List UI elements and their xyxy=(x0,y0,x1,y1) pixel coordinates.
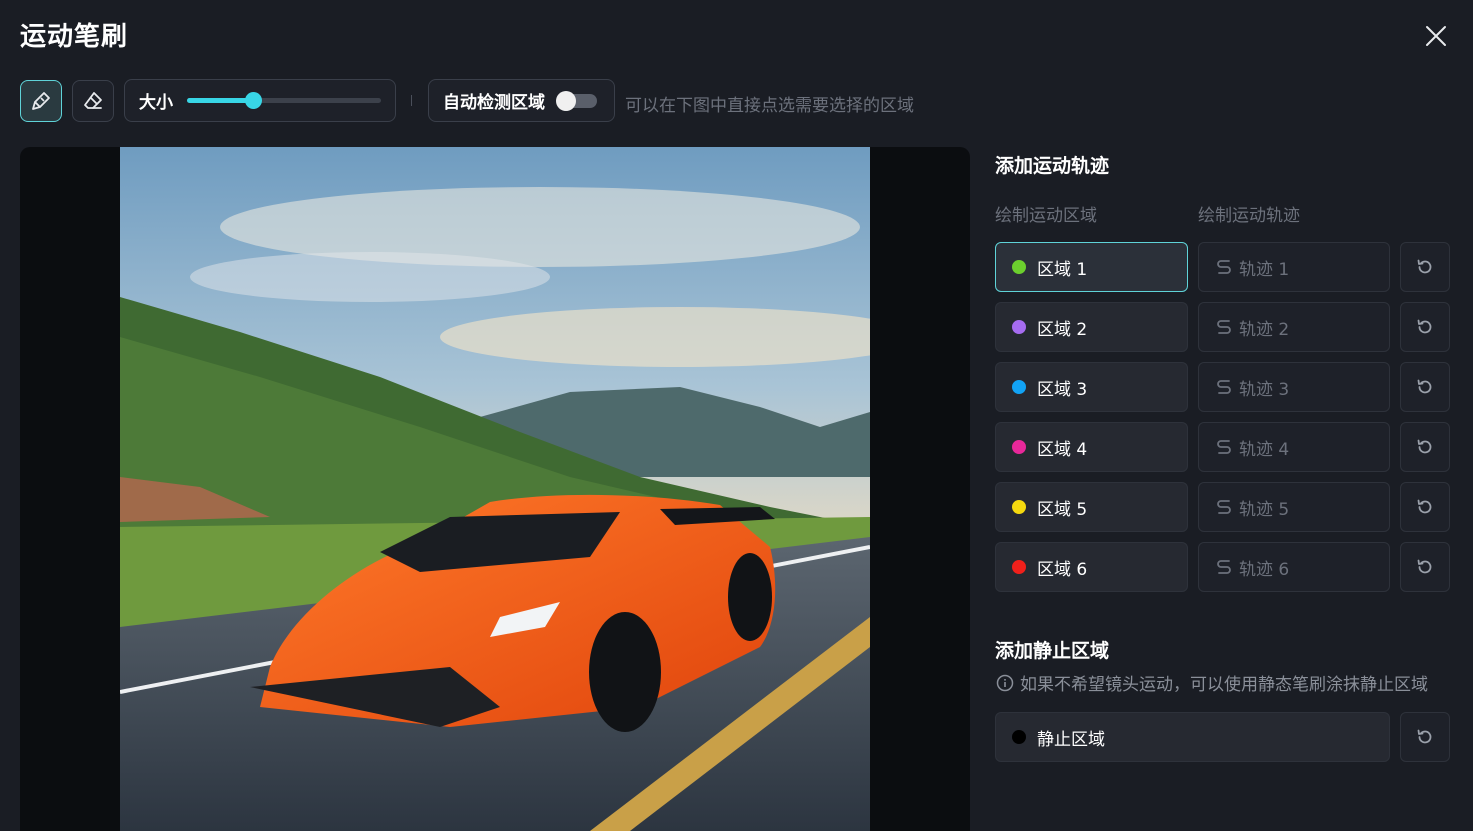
region-color-dot xyxy=(1012,440,1026,454)
motion-section-title: 添加运动轨迹 xyxy=(995,155,1110,177)
track-label: 轨迹 1 xyxy=(1239,259,1290,280)
region-color-dot xyxy=(1012,380,1026,394)
source-image[interactable] xyxy=(120,147,870,831)
track-s-icon xyxy=(1217,560,1231,574)
region-button-2[interactable]: 区域 2 xyxy=(995,302,1188,352)
reset-icon xyxy=(1417,499,1432,514)
region-label: 区域 3 xyxy=(1037,379,1088,400)
track-button-6[interactable]: 轨迹 6 xyxy=(1198,542,1390,592)
close-icon xyxy=(1426,26,1446,46)
tracks-column-header: 绘制运动轨迹 xyxy=(1198,206,1300,226)
regions-column-header: 绘制运动区域 xyxy=(995,206,1097,226)
static-section-title: 添加静止区域 xyxy=(995,640,1110,662)
region-button-3[interactable]: 区域 3 xyxy=(995,362,1188,412)
reset-button-4[interactable] xyxy=(1400,422,1450,472)
track-s-icon xyxy=(1217,380,1231,394)
region-label: 区域 1 xyxy=(1037,259,1088,280)
track-button-4[interactable]: 轨迹 4 xyxy=(1198,422,1390,472)
region-label: 区域 2 xyxy=(1037,319,1088,340)
track-label: 轨迹 6 xyxy=(1239,559,1290,580)
static-region-label: 静止区域 xyxy=(1037,729,1105,750)
auto-detect-toggle[interactable] xyxy=(556,90,597,111)
reset-icon xyxy=(1417,259,1432,274)
reset-icon xyxy=(1417,379,1432,394)
static-color-dot xyxy=(1012,730,1026,744)
image-canvas[interactable] xyxy=(20,147,970,831)
reset-icon xyxy=(1417,559,1432,574)
track-label: 轨迹 4 xyxy=(1239,439,1290,460)
auto-detect-label: 自动检测区域 xyxy=(443,93,545,113)
brush-icon xyxy=(32,92,50,110)
track-label: 轨迹 3 xyxy=(1239,379,1290,400)
reset-button-1[interactable] xyxy=(1400,242,1450,292)
region-button-5[interactable]: 区域 5 xyxy=(995,482,1188,532)
reset-icon xyxy=(1417,319,1432,334)
region-color-dot xyxy=(1012,320,1026,334)
toolbar-hint: 可以在下图中直接点选需要选择的区域 xyxy=(625,96,914,116)
reset-icon xyxy=(1417,729,1432,744)
reset-button-2[interactable] xyxy=(1400,302,1450,352)
info-icon xyxy=(996,674,1014,691)
region-label: 区域 5 xyxy=(1037,499,1088,520)
reset-button-6[interactable] xyxy=(1400,542,1450,592)
track-s-icon xyxy=(1217,320,1231,334)
page-title: 运动笔刷 xyxy=(20,22,129,52)
close-button[interactable] xyxy=(1418,18,1454,54)
eraser-tool-button[interactable] xyxy=(72,80,114,122)
eraser-icon xyxy=(84,92,102,109)
track-label: 轨迹 2 xyxy=(1239,319,1290,340)
reset-button-5[interactable] xyxy=(1400,482,1450,532)
reset-icon xyxy=(1417,439,1432,454)
reset-button-3[interactable] xyxy=(1400,362,1450,412)
track-button-5[interactable]: 轨迹 5 xyxy=(1198,482,1390,532)
size-label: 大小 xyxy=(139,93,173,113)
auto-detect-control: 自动检测区域 xyxy=(428,79,615,122)
track-button-3[interactable]: 轨迹 3 xyxy=(1198,362,1390,412)
region-color-dot xyxy=(1012,260,1026,274)
track-button-1[interactable]: 轨迹 1 xyxy=(1198,242,1390,292)
brush-tool-button[interactable] xyxy=(20,80,62,122)
static-reset-button[interactable] xyxy=(1400,712,1450,762)
region-label: 区域 6 xyxy=(1037,559,1088,580)
region-color-dot xyxy=(1012,560,1026,574)
static-region-button[interactable]: 静止区域 xyxy=(995,712,1390,762)
track-button-2[interactable]: 轨迹 2 xyxy=(1198,302,1390,352)
track-label: 轨迹 5 xyxy=(1239,499,1290,520)
region-label: 区域 4 xyxy=(1037,439,1088,460)
track-s-icon xyxy=(1217,440,1231,454)
region-button-1[interactable]: 区域 1 xyxy=(995,242,1188,292)
static-hint-text: 如果不希望镜头运动，可以使用静态笔刷涂抹静止区域 xyxy=(1020,675,1428,695)
track-s-icon xyxy=(1217,500,1231,514)
region-button-6[interactable]: 区域 6 xyxy=(995,542,1188,592)
brush-size-slider[interactable] xyxy=(187,92,381,109)
brush-size-control: 大小 xyxy=(124,79,396,122)
track-s-icon xyxy=(1217,260,1231,274)
slider-fill xyxy=(187,98,253,103)
toolbar-divider xyxy=(411,95,412,106)
slider-thumb[interactable] xyxy=(244,92,262,109)
region-button-4[interactable]: 区域 4 xyxy=(995,422,1188,472)
region-color-dot xyxy=(1012,500,1026,514)
toggle-knob xyxy=(556,90,576,111)
static-hint: 如果不希望镜头运动，可以使用静态笔刷涂抹静止区域 xyxy=(996,670,1428,695)
